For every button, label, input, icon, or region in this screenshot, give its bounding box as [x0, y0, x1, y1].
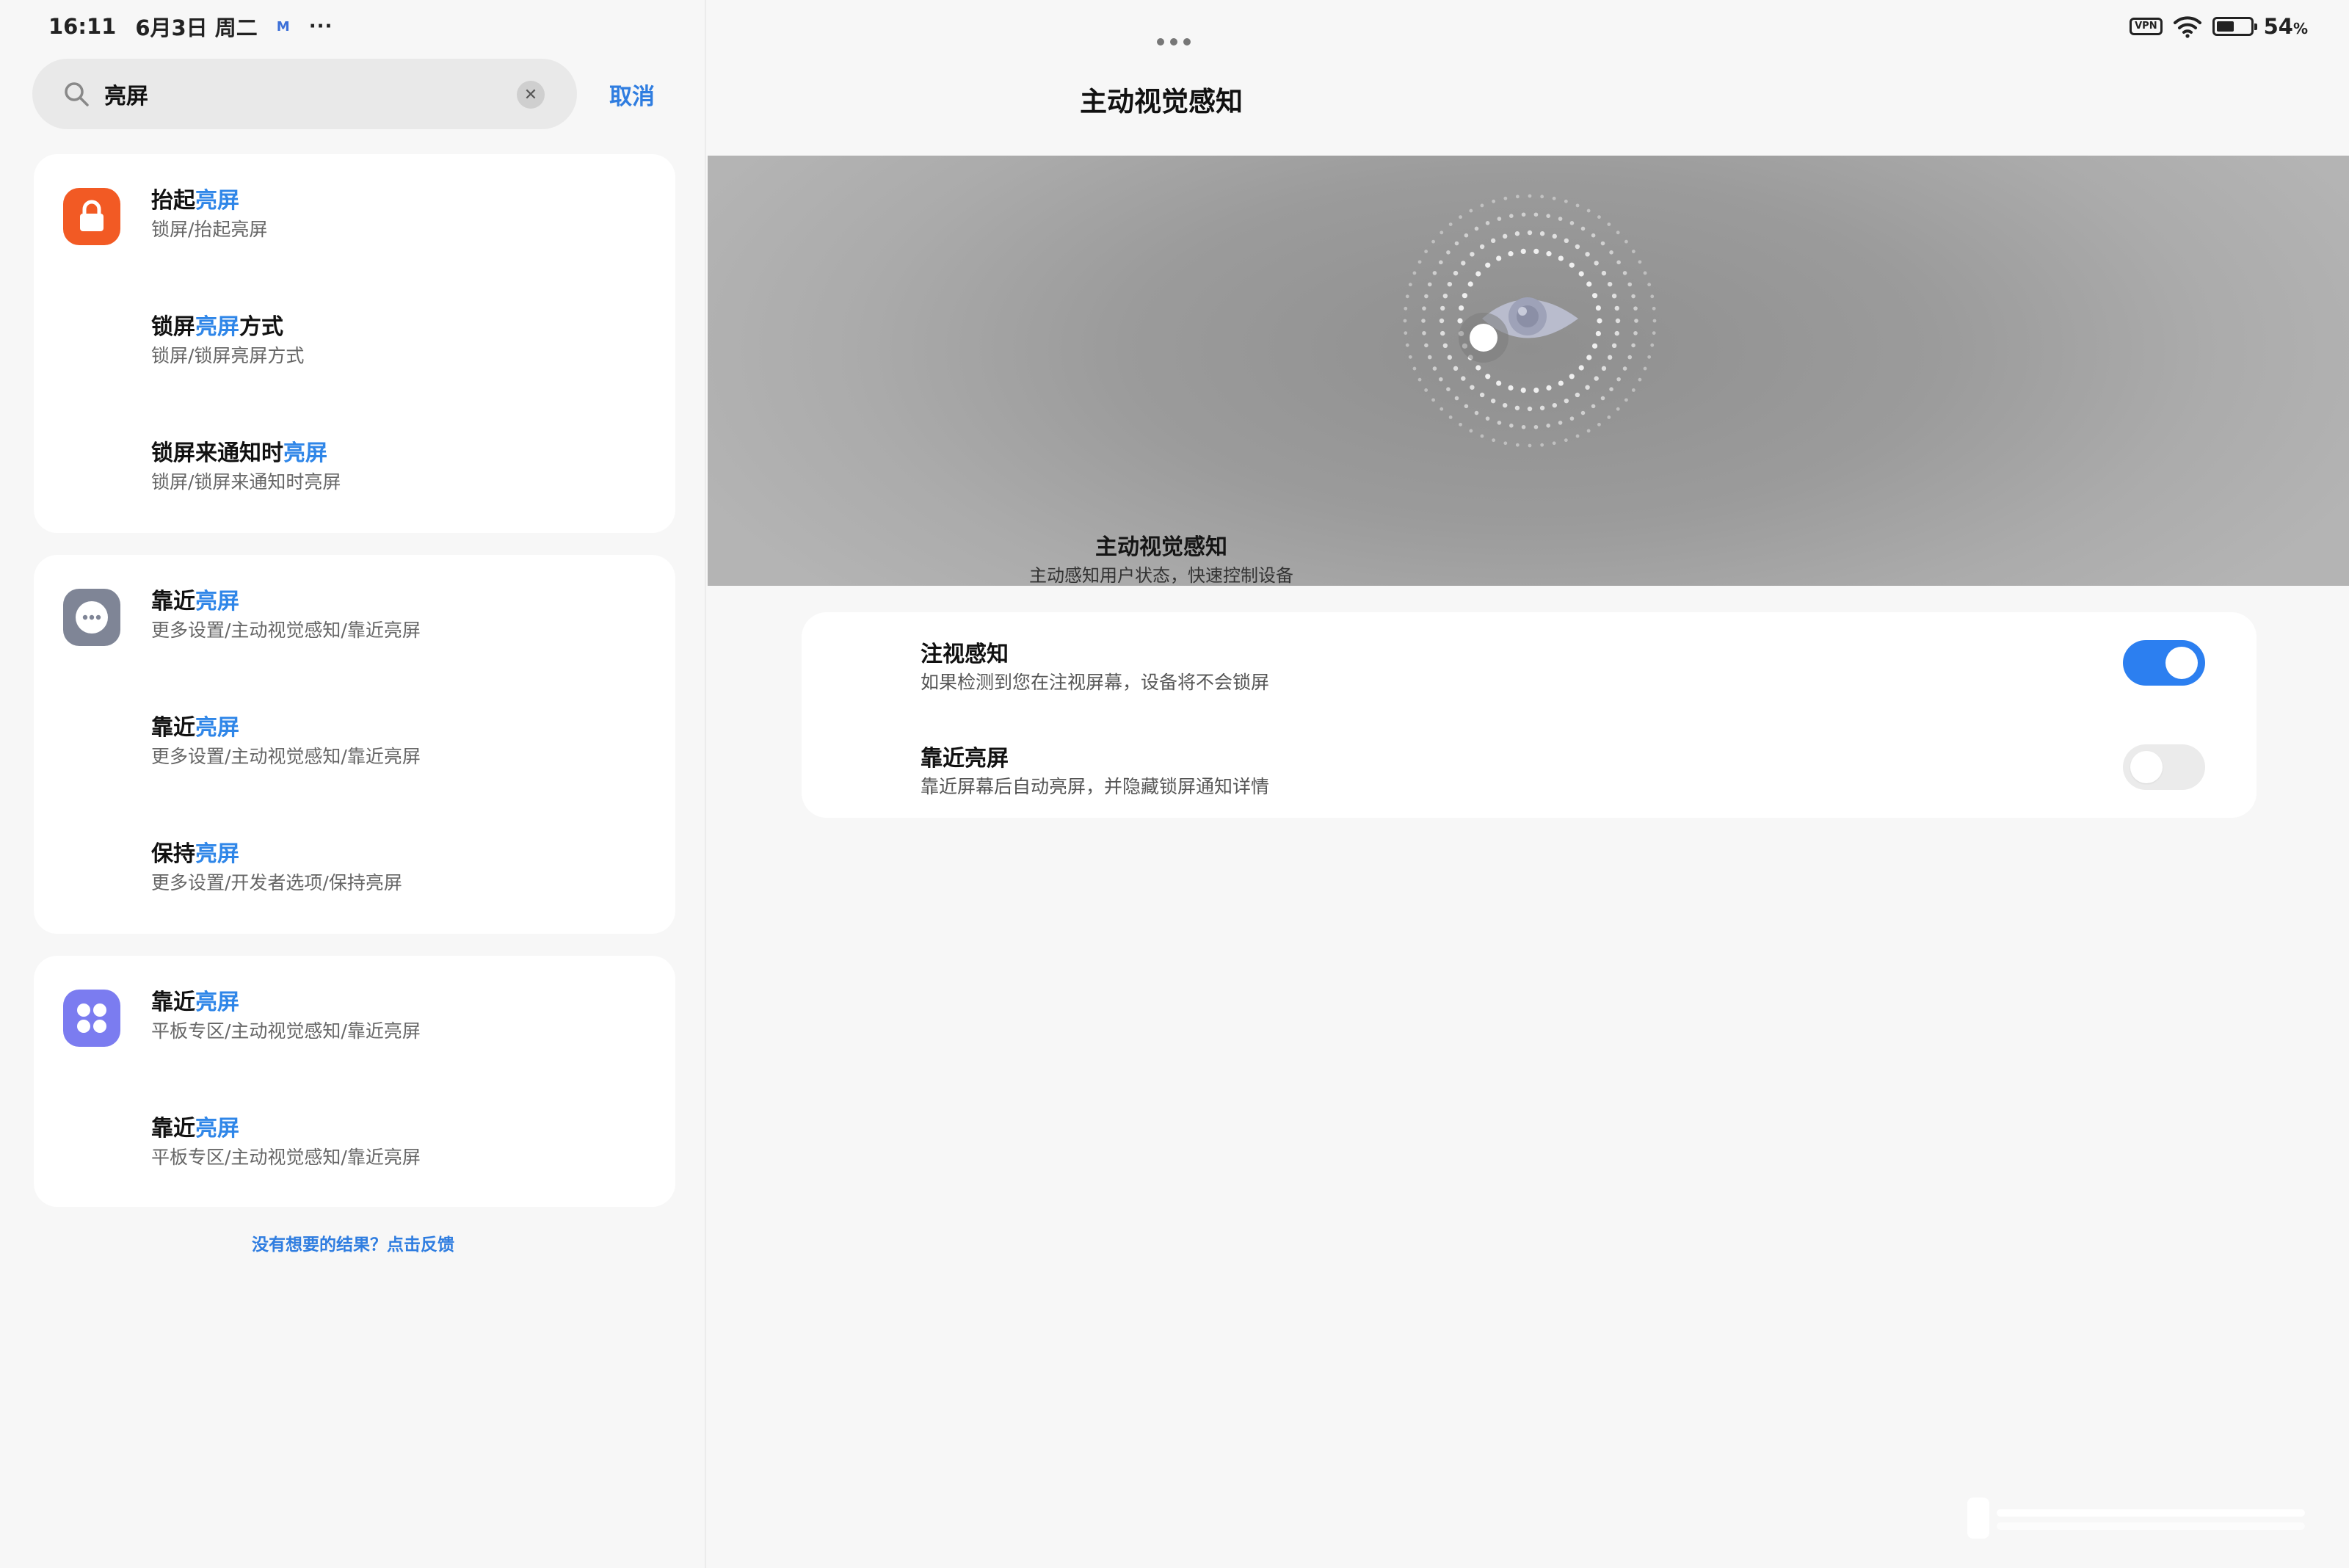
list-item[interactable]: 靠近亮屏 更多设置/主动视觉感知/靠近亮屏	[151, 587, 421, 646]
status-bar-right: VPN 54%	[2130, 10, 2308, 43]
wifi-icon	[2173, 16, 2201, 38]
status-time: 16:11	[48, 14, 117, 39]
battery-icon	[2212, 17, 2257, 36]
close-icon: ✕	[523, 85, 538, 104]
notification-icon: M	[276, 18, 290, 35]
result-group-lock-screen: 抬起亮屏 锁屏/抬起亮屏 锁屏亮屏方式 锁屏/锁屏亮屏方式 锁屏来通知时亮屏 锁…	[34, 154, 675, 533]
settings-card: 注视感知 如果检测到您在注视屏幕，设备将不会锁屏 靠近亮屏 靠近屏幕后自动亮屏，…	[802, 612, 2257, 818]
lock-icon	[63, 188, 120, 245]
eye-animation-graphic	[1403, 194, 1657, 448]
hero-banner: 主动视觉感知 主动感知用户状态，快速控制设备	[708, 156, 2349, 586]
result-path: 锁屏/锁屏亮屏方式	[151, 345, 305, 366]
result-title: 靠近亮屏	[151, 1116, 239, 1141]
result-title: 抬起亮屏	[151, 188, 239, 214]
result-path: 更多设置/开发者选项/保持亮屏	[151, 872, 402, 893]
more-options-icon[interactable]	[1157, 38, 1191, 46]
result-path: 平板专区/主动视觉感知/靠近亮屏	[151, 1020, 421, 1042]
feedback-link[interactable]: 没有想要的结果？点击反馈	[0, 1230, 706, 1255]
result-title: 锁屏来通知时亮屏	[151, 440, 327, 466]
result-path: 平板专区/主动视觉感知/靠近亮屏	[151, 1147, 421, 1168]
result-group-tablet-zone: 靠近亮屏 平板专区/主动视觉感知/靠近亮屏 靠近亮屏 平板专区/主动视觉感知/靠…	[34, 956, 675, 1207]
setting-description: 如果检测到您在注视屏幕，设备将不会锁屏	[921, 672, 1270, 693]
list-item[interactable]: 靠近亮屏 平板专区/主动视觉感知/靠近亮屏	[151, 988, 421, 1047]
status-date: 6月3日 周二	[135, 15, 258, 40]
more-notifications-icon: ···	[308, 15, 333, 37]
search-input[interactable]	[104, 76, 515, 112]
result-title: 靠近亮屏	[151, 990, 239, 1015]
list-item[interactable]: 保持亮屏 更多设置/开发者选项/保持亮屏	[151, 840, 402, 899]
clear-search-button[interactable]: ✕	[517, 81, 545, 109]
search-pane: 16:11 6月3日 周二 M ··· ✕ 取消 抬起亮屏 锁屏/抬起亮屏 锁屏…	[0, 0, 706, 1568]
detail-pane: VPN 54% 主动视觉感知 主动视觉感知 主动感知用户状态，快速控制设备 注视	[708, 0, 2349, 1568]
result-path: 锁屏/锁屏来通知时亮屏	[151, 471, 341, 493]
setting-row-proximity-wake[interactable]: 靠近亮屏 靠近屏幕后自动亮屏，并隐藏锁屏通知详情	[802, 715, 2257, 818]
search-bar[interactable]: ✕	[32, 59, 577, 129]
setting-row-gaze-awareness[interactable]: 注视感知 如果检测到您在注视屏幕，设备将不会锁屏	[802, 612, 2257, 715]
status-bar-left: 16:11 6月3日 周二 M ···	[48, 10, 333, 43]
result-path: 更多设置/主动视觉感知/靠近亮屏	[151, 620, 421, 641]
proximity-wake-toggle[interactable]	[2123, 744, 2205, 790]
vpn-icon: VPN	[2130, 18, 2163, 35]
setting-title: 靠近亮屏	[921, 746, 1009, 772]
list-item[interactable]: 锁屏亮屏方式 锁屏/锁屏亮屏方式	[151, 313, 304, 371]
list-item[interactable]: 锁屏来通知时亮屏 锁屏/锁屏来通知时亮屏	[151, 439, 341, 498]
setting-title: 注视感知	[921, 642, 1009, 667]
battery-percentage: 54%	[2263, 14, 2308, 39]
result-title: 锁屏亮屏方式	[151, 314, 283, 340]
hero-subtitle: 主动感知用户状态，快速控制设备	[1029, 565, 1293, 586]
more-settings-icon	[63, 589, 120, 646]
result-path: 更多设置/主动视觉感知/靠近亮屏	[151, 746, 421, 767]
cancel-button[interactable]: 取消	[609, 78, 655, 111]
tablet-zone-icon	[63, 990, 120, 1047]
result-title: 保持亮屏	[151, 841, 239, 867]
list-item[interactable]: 靠近亮屏 平板专区/主动视觉感知/靠近亮屏	[151, 1114, 421, 1173]
list-item[interactable]: 靠近亮屏 更多设置/主动视觉感知/靠近亮屏	[151, 714, 421, 772]
page-title: 主动视觉感知	[1080, 86, 1243, 117]
result-group-more-settings: 靠近亮屏 更多设置/主动视觉感知/靠近亮屏 靠近亮屏 更多设置/主动视觉感知/靠…	[34, 555, 675, 934]
result-title: 靠近亮屏	[151, 589, 239, 614]
result-title: 靠近亮屏	[151, 715, 239, 741]
result-path: 锁屏/抬起亮屏	[151, 219, 268, 240]
hero-title: 主动视觉感知	[1095, 534, 1227, 560]
search-icon	[65, 82, 89, 106]
setting-description: 靠近屏幕后自动亮屏，并隐藏锁屏通知详情	[921, 776, 1270, 797]
home-indicator	[1967, 1498, 2305, 1539]
list-item[interactable]: 抬起亮屏 锁屏/抬起亮屏	[151, 186, 267, 245]
gaze-awareness-toggle[interactable]	[2123, 640, 2205, 686]
